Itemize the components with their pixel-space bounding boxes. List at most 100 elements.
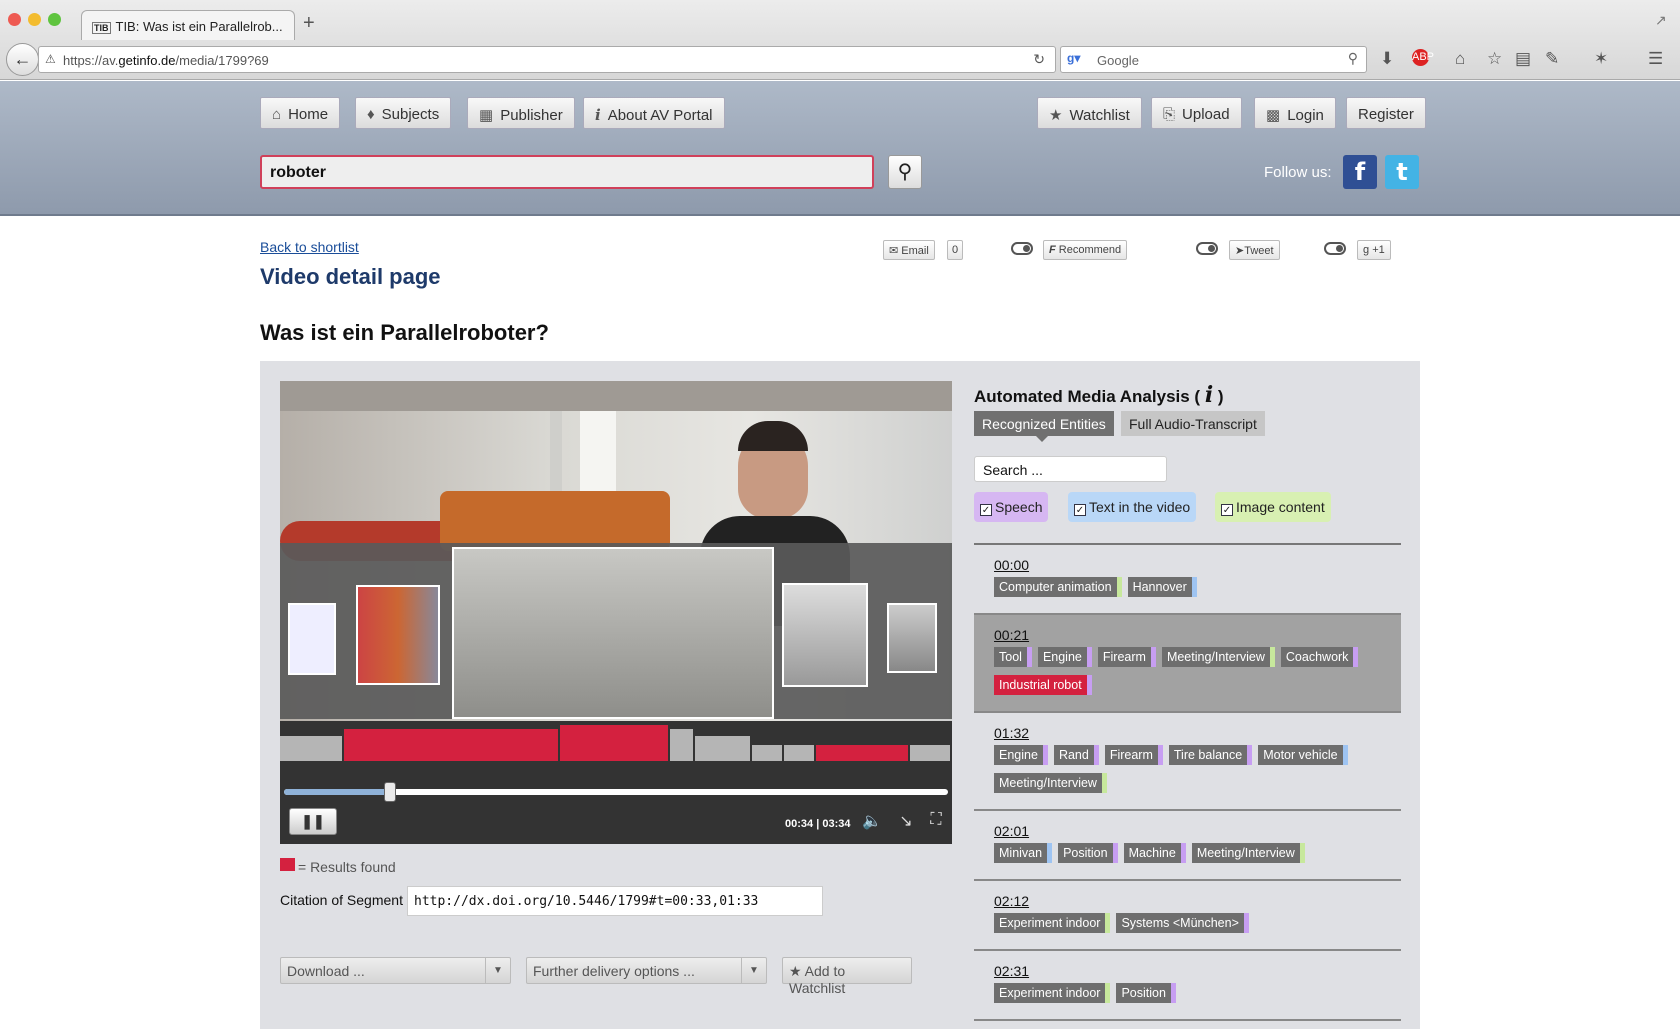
- video-player[interactable]: ❚❚ 00:34 | 03:34 🔈 ↘ ⛶: [280, 381, 952, 844]
- segment-timestamp-link[interactable]: 01:32: [994, 725, 1401, 741]
- fullscreen-icon[interactable]: ↗: [1655, 12, 1667, 29]
- entity-tag[interactable]: Position: [1116, 983, 1176, 1003]
- home-icon[interactable]: ⌂: [1455, 49, 1465, 69]
- entity-tag[interactable]: Engine: [1037, 647, 1092, 667]
- entity-tag[interactable]: Rand: [1053, 745, 1099, 765]
- bookmark-star-icon[interactable]: ☆: [1487, 49, 1502, 69]
- entity-tag[interactable]: Motor vehicle: [1258, 745, 1348, 765]
- entity-tag[interactable]: Meeting/Interview: [1191, 843, 1305, 863]
- segment-timestamp-link[interactable]: 00:00: [994, 557, 1401, 573]
- close-window-icon[interactable]: [8, 13, 21, 26]
- extension-icon[interactable]: ✶: [1594, 49, 1608, 69]
- back-button[interactable]: ←: [6, 43, 39, 76]
- keyframe-thumb-active[interactable]: [452, 547, 774, 719]
- browser-tab[interactable]: TIB TIB: Was ist ein Parallelrob...: [81, 10, 295, 40]
- volume-icon[interactable]: 🔈: [860, 811, 884, 831]
- entity-tag[interactable]: Experiment indoor: [994, 913, 1111, 933]
- entity-tag[interactable]: Firearm: [1104, 745, 1163, 765]
- segment-timestamp-link[interactable]: 02:31: [994, 963, 1401, 979]
- result-segment[interactable]: [560, 725, 668, 761]
- twitter-button[interactable]: t: [1385, 155, 1419, 189]
- segment[interactable]: [669, 729, 694, 761]
- entity-tag[interactable]: Experiment indoor: [994, 983, 1111, 1003]
- tab-full-audio-transcript[interactable]: Full Audio-Transcript: [1121, 411, 1265, 436]
- plusone-toggle[interactable]: [1324, 242, 1346, 255]
- result-segment[interactable]: [815, 744, 908, 761]
- entity-tag[interactable]: Coachwork: [1280, 647, 1359, 667]
- segment[interactable]: [909, 744, 950, 761]
- fullscreen-icon[interactable]: ⛶: [924, 811, 948, 831]
- menu-icon[interactable]: ☰: [1648, 49, 1663, 69]
- keyframe-thumb[interactable]: [782, 583, 868, 687]
- nav-about-button[interactable]: i About AV Portal: [583, 97, 725, 129]
- tools-icon[interactable]: ✎: [1545, 49, 1559, 69]
- nav-upload-button[interactable]: ⎘ Upload: [1151, 97, 1242, 129]
- checkbox-checked-icon[interactable]: ✓: [980, 504, 992, 516]
- reload-icon[interactable]: ↻: [1033, 51, 1045, 68]
- nav-login-button[interactable]: ▩ Login: [1254, 97, 1336, 129]
- bookmarks-icon[interactable]: ▤: [1515, 49, 1531, 69]
- keyframe-thumb[interactable]: [887, 603, 937, 673]
- facebook-button[interactable]: f: [1343, 155, 1377, 189]
- search-button[interactable]: ⚲: [888, 155, 922, 189]
- pause-button[interactable]: ❚❚: [289, 808, 337, 835]
- result-segment[interactable]: [343, 729, 559, 761]
- entity-tag[interactable]: Minivan: [994, 843, 1053, 863]
- entity-tag[interactable]: Meeting/Interview: [994, 773, 1107, 793]
- nav-publisher-button[interactable]: ▦ Publisher: [467, 97, 575, 129]
- plusone-button[interactable]: g +1: [1357, 240, 1391, 260]
- entity-tag[interactable]: Systems <München>: [1116, 913, 1249, 933]
- recommend-button[interactable]: F Recommend: [1043, 240, 1128, 260]
- entity-search-input[interactable]: Search ...: [974, 456, 1167, 482]
- email-share-button[interactable]: ✉ Email: [883, 240, 935, 260]
- segment[interactable]: [752, 744, 782, 761]
- tweet-toggle[interactable]: [1196, 242, 1218, 255]
- keyframe-thumb[interactable]: [356, 585, 440, 685]
- search-input[interactable]: roboter: [260, 155, 874, 189]
- keyframe-thumb[interactable]: [288, 603, 336, 675]
- delivery-dropdown[interactable]: Further delivery options ... ▼: [526, 957, 767, 984]
- entity-tag[interactable]: Computer animation: [994, 577, 1122, 597]
- new-tab-button[interactable]: +: [303, 12, 315, 35]
- segment-timestamp-link[interactable]: 00:21: [994, 627, 1401, 643]
- recommend-toggle[interactable]: [1011, 242, 1033, 255]
- download-icon[interactable]: ⬇: [1380, 49, 1394, 69]
- add-to-watchlist-button[interactable]: ★ Add to Watchlist: [782, 957, 912, 996]
- progress-knob[interactable]: [384, 782, 397, 802]
- popout-icon[interactable]: ↘: [894, 811, 918, 831]
- browser-search-field[interactable]: g▾ Google ⚲: [1060, 46, 1367, 73]
- filter-speech[interactable]: ✓ Speech: [974, 492, 1049, 522]
- entity-tag[interactable]: Tire balance: [1168, 745, 1253, 765]
- tweet-button[interactable]: ➤Tweet: [1229, 240, 1280, 260]
- segment-timestamp-link[interactable]: 02:01: [994, 823, 1401, 839]
- entity-tag[interactable]: Position: [1058, 843, 1118, 863]
- minimize-window-icon[interactable]: [28, 13, 41, 26]
- adblock-icon[interactable]: ABP: [1412, 49, 1434, 66]
- checkbox-checked-icon[interactable]: ✓: [1074, 504, 1086, 516]
- segment[interactable]: [784, 744, 814, 761]
- entity-tag[interactable]: Firearm: [1097, 647, 1156, 667]
- filter-text-in-video[interactable]: ✓ Text in the video: [1068, 492, 1197, 522]
- nav-watchlist-button[interactable]: ★ Watchlist: [1037, 97, 1142, 129]
- entity-tag[interactable]: Tool: [994, 647, 1032, 667]
- entity-tag[interactable]: Hannover: [1127, 577, 1197, 597]
- search-icon[interactable]: ⚲: [1348, 50, 1358, 67]
- segment[interactable]: [280, 735, 342, 761]
- address-bar[interactable]: ⚠ https://av.getinfo.de/media/1799?69 ↻: [38, 46, 1056, 73]
- segment[interactable]: [695, 735, 751, 761]
- citation-field[interactable]: http://dx.doi.org/10.5446/1799#t=00:33,0…: [407, 886, 823, 916]
- nav-subjects-button[interactable]: ♦ Subjects: [355, 97, 452, 129]
- entity-tag[interactable]: Machine: [1123, 843, 1186, 863]
- nav-home-button[interactable]: ⌂ Home: [260, 97, 341, 129]
- checkbox-checked-icon[interactable]: ✓: [1221, 504, 1233, 516]
- entity-tag[interactable]: Industrial robot: [994, 675, 1092, 695]
- download-dropdown[interactable]: Download ... ▼: [280, 957, 511, 984]
- info-icon[interactable]: i: [1205, 382, 1213, 408]
- entity-tag[interactable]: Meeting/Interview: [1161, 647, 1275, 667]
- segment-timestamp-link[interactable]: 02:12: [994, 893, 1401, 909]
- back-to-shortlist-link[interactable]: Back to shortlist: [260, 239, 359, 255]
- nav-register-button[interactable]: Register: [1346, 97, 1426, 129]
- tab-recognized-entities[interactable]: Recognized Entities: [974, 411, 1114, 436]
- entity-tag[interactable]: Engine: [994, 745, 1048, 765]
- filter-image-content[interactable]: ✓ Image content: [1215, 492, 1331, 522]
